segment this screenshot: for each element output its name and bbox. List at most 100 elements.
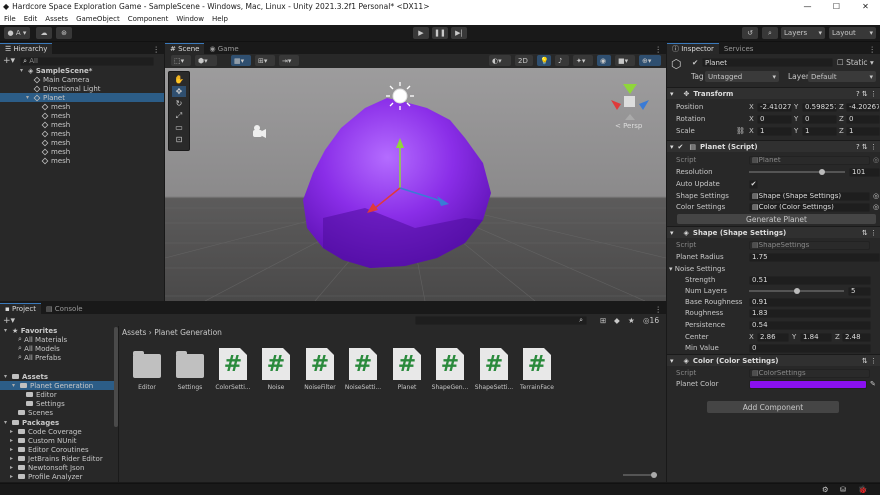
move-tool-icon[interactable]: ✥ bbox=[172, 86, 186, 97]
packages-header[interactable]: ▾ Packages bbox=[4, 418, 59, 427]
color-settings-header[interactable]: ▾ ◈ Color (Color Settings) ⇅ ⋮ bbox=[667, 354, 880, 366]
center-z-field[interactable]: 2.48 bbox=[842, 332, 871, 342]
asset-script[interactable]: # ColorSetti... bbox=[213, 348, 253, 391]
object-name-field[interactable]: Planet bbox=[702, 58, 833, 67]
target-icon[interactable]: ◎ bbox=[873, 156, 879, 164]
shading-mode-dropdown[interactable]: ◐▾ bbox=[489, 55, 511, 66]
2d-toggle[interactable]: 2D bbox=[515, 55, 533, 66]
scene-viewport[interactable]: < Persp bbox=[165, 68, 666, 301]
project-search-input[interactable]: ⌕ bbox=[415, 316, 587, 325]
asset-script[interactable]: # NoiseSetti... bbox=[343, 348, 383, 391]
shape-settings-header[interactable]: ▾ ◈ Shape (Shape Settings) ⇅ ⋮ bbox=[667, 226, 880, 238]
tab-scene[interactable]: # Scene bbox=[165, 43, 205, 54]
static-toggle[interactable]: ☐ Static ▾ bbox=[837, 58, 874, 67]
more-icon[interactable]: ⋮ bbox=[655, 305, 663, 314]
hierarchy-item-mesh[interactable]: mesh bbox=[41, 111, 70, 120]
hierarchy-item-mesh[interactable]: mesh bbox=[41, 138, 70, 147]
add-component-button[interactable]: Add Component bbox=[707, 401, 839, 413]
hierarchy-item-mesh[interactable]: mesh bbox=[41, 147, 70, 156]
center-y-field[interactable]: 1.84 bbox=[800, 332, 832, 342]
filter-label-icon[interactable]: ◆ bbox=[614, 316, 620, 325]
num-layers-field[interactable]: 5 bbox=[848, 286, 871, 296]
package-item[interactable]: ▸ Profile Analyzer bbox=[10, 472, 82, 481]
hierarchy-item-main-camera[interactable]: Main Camera bbox=[33, 75, 89, 84]
asset-script[interactable]: # Planet bbox=[387, 348, 427, 391]
layer-dropdown[interactable]: Default ▾ bbox=[808, 71, 876, 82]
roughness-field[interactable]: 1.83 bbox=[749, 308, 871, 318]
min-value-field[interactable]: 0 bbox=[749, 343, 871, 353]
more-icon[interactable]: ⋮ bbox=[655, 45, 663, 54]
favorite-item[interactable]: ⌕ All Materials bbox=[18, 335, 67, 344]
shape-settings-field[interactable]: ▤ Shape (Shape Settings) bbox=[749, 191, 870, 201]
component-menu-icon[interactable]: ⇅ ⋮ bbox=[862, 357, 877, 365]
tab-inspector[interactable]: ⓘ Inspector bbox=[667, 43, 719, 54]
scale-y-field[interactable]: 1 bbox=[802, 126, 837, 136]
pivot-dropdown[interactable]: ⬢▾ bbox=[195, 55, 217, 66]
visibility-icon[interactable]: ◎16 bbox=[643, 316, 659, 325]
tab-project[interactable]: ▪ Project bbox=[0, 303, 41, 314]
tag-dropdown[interactable]: Untagged ▾ bbox=[705, 71, 779, 82]
projection-label[interactable]: < Persp bbox=[615, 122, 643, 130]
tree-item-settings[interactable]: Settings bbox=[26, 399, 65, 408]
planet-color-swatch[interactable] bbox=[749, 379, 867, 389]
target-icon[interactable]: ◎ bbox=[873, 192, 879, 200]
menu-gameobject[interactable]: GameObject bbox=[76, 15, 120, 23]
center-x-field[interactable]: 2.86 bbox=[757, 332, 789, 342]
noise-settings-row[interactable]: ▾ Noise Settings bbox=[669, 264, 876, 274]
tree-item-editor[interactable]: Editor bbox=[26, 390, 57, 399]
asset-folder-editor[interactable]: Editor bbox=[127, 348, 167, 391]
audio-toggle[interactable]: ♪ bbox=[555, 55, 569, 66]
menu-assets[interactable]: Assets bbox=[45, 15, 68, 23]
tab-console[interactable]: ▤ Console bbox=[41, 303, 88, 314]
menu-component[interactable]: Component bbox=[128, 15, 169, 23]
menu-help[interactable]: Help bbox=[212, 15, 228, 23]
persistence-field[interactable]: 0.54 bbox=[749, 320, 871, 330]
visibility-toggle[interactable]: ◉ bbox=[597, 55, 611, 66]
account-dropdown[interactable]: ● A ▾ bbox=[4, 27, 30, 39]
eyedropper-icon[interactable]: ✎ bbox=[870, 380, 876, 388]
slider-handle[interactable] bbox=[651, 472, 657, 478]
resolution-slider[interactable] bbox=[749, 169, 845, 175]
history-button[interactable]: ↺ bbox=[742, 27, 758, 39]
scale-tool-icon[interactable]: ⤢ bbox=[172, 110, 186, 121]
breadcrumb-planet-generation[interactable]: Planet Generation bbox=[154, 328, 222, 337]
package-item[interactable]: ▸ JetBrains Rider Editor bbox=[10, 454, 103, 463]
planet-script-header[interactable]: ▾ ✔ ▤ Planet (Script) ? ⇅ ⋮ bbox=[667, 140, 880, 152]
hierarchy-item-mesh[interactable]: mesh bbox=[41, 129, 70, 138]
add-icon[interactable]: +▾ bbox=[3, 316, 15, 326]
package-item[interactable]: ▸ Newtonsoft Json bbox=[10, 463, 84, 472]
transform-header[interactable]: ▾ ✥ Transform ? ⇅ ⋮ bbox=[667, 87, 880, 99]
menu-file[interactable]: File bbox=[4, 15, 16, 23]
hierarchy-search-input[interactable]: ⌕ All bbox=[20, 56, 155, 66]
gizmos-dropdown[interactable]: ⊕ ▾ bbox=[639, 55, 661, 66]
tree-item-scenes[interactable]: Scenes bbox=[18, 408, 53, 417]
cache-icon[interactable]: ⛁ bbox=[840, 485, 846, 494]
rotate-tool-icon[interactable]: ↻ bbox=[172, 98, 186, 109]
component-menu-icon[interactable]: ? ⇅ ⋮ bbox=[856, 90, 877, 98]
grid-snap-dropdown[interactable]: ▦▾ bbox=[231, 55, 251, 66]
camera-dropdown[interactable]: ■ ▾ bbox=[615, 55, 635, 66]
rect-tool-icon[interactable]: ▭ bbox=[172, 122, 186, 133]
scene-item[interactable]: ▾ ◈ SampleScene* bbox=[20, 66, 92, 75]
asset-script[interactable]: # ShapeGen... bbox=[430, 348, 470, 391]
tree-item-planet-generation[interactable]: ▾ Planet Generation bbox=[0, 381, 114, 390]
asset-script[interactable]: # TerrainFace bbox=[517, 348, 557, 391]
maximize-button[interactable]: ☐ bbox=[822, 2, 851, 11]
hierarchy-item-planet[interactable]: ▾ Planet bbox=[0, 93, 164, 102]
progress-icon[interactable]: ⚙ bbox=[822, 485, 829, 494]
close-button[interactable]: ✕ bbox=[851, 2, 880, 11]
active-checkbox[interactable]: ✔ bbox=[692, 58, 698, 67]
step-button[interactable]: ▶| bbox=[451, 27, 467, 39]
strength-field[interactable]: 0.51 bbox=[749, 275, 871, 285]
scale-z-field[interactable]: 1 bbox=[846, 126, 880, 136]
hierarchy-item-mesh[interactable]: mesh bbox=[41, 120, 70, 129]
layers-dropdown[interactable]: Layers ▾ bbox=[781, 27, 825, 39]
position-x-field[interactable]: -2.41027 bbox=[757, 102, 792, 112]
filter-type-icon[interactable]: ⊞ bbox=[600, 316, 606, 325]
play-button[interactable]: ▶ bbox=[413, 27, 429, 39]
component-menu-icon[interactable]: ? ⇅ ⋮ bbox=[856, 143, 877, 151]
component-menu-icon[interactable]: ⇅ ⋮ bbox=[862, 229, 877, 237]
hierarchy-item-mesh[interactable]: mesh bbox=[41, 102, 70, 111]
snap-dropdown[interactable]: ⊞▾ bbox=[255, 55, 275, 66]
asset-script[interactable]: # ShapeSetti... bbox=[474, 348, 514, 391]
